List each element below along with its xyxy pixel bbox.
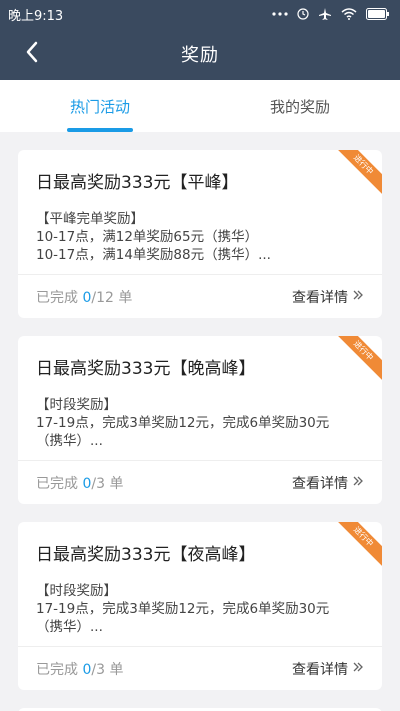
view-details-label: 查看详情 (292, 661, 348, 678)
tab-label: 我的奖励 (269, 97, 330, 116)
progress-suffix: /3 单 (91, 475, 124, 492)
card-body: 日最高奖励333元【夜高峰】 【时段奖励】 17-19点，完成3单奖励12元，完… (18, 522, 382, 646)
description-line: 【平峰完单奖励】 (36, 211, 144, 227)
card-footer: 已完成 0/3 单 查看详情 (18, 646, 382, 690)
description-line: 17-19点，完成3单奖励12元，完成6单奖励30元 (36, 415, 330, 431)
status-icons (272, 7, 390, 21)
card-title: 日最高奖励333元【夜高峰】 (36, 545, 256, 565)
activity-card[interactable]: 进行中 日最高奖励333元【夜高峰】 【时段奖励】 17-19点，完成3单奖励1… (18, 522, 382, 690)
page-title: 奖励 (181, 45, 219, 66)
tab-bar: 热门活动 我的奖励 (0, 80, 400, 132)
tab-my-rewards[interactable]: 我的奖励 (200, 80, 400, 132)
card-body: 日最高奖励333元【平峰】 【平峰完单奖励】 10-17点，满12单奖励65元（… (18, 150, 382, 274)
card-title: 日最高奖励333元【晚高峰】 (36, 359, 256, 379)
battery-icon (366, 8, 390, 20)
card-description: 【时段奖励】 17-19点，完成3单奖励12元，完成6单奖励30元 （携华）..… (36, 396, 364, 450)
tab-label: 热门活动 (69, 97, 130, 116)
card-body: 日最高奖励333元【晚高峰】 【时段奖励】 17-19点，完成3单奖励12元，完… (18, 336, 382, 460)
description-line: 【时段奖励】 (36, 583, 117, 599)
card-footer: 已完成 0/3 单 查看详情 (18, 460, 382, 504)
back-arrow-icon (25, 41, 39, 67)
dots-icon (272, 11, 288, 17)
double-chevron-right-icon (352, 661, 364, 677)
card-footer: 已完成 0/12 单 查看详情 (18, 274, 382, 318)
status-badge: 进行中 (338, 150, 382, 194)
double-chevron-right-icon (352, 289, 364, 305)
view-details-label: 查看详情 (292, 289, 348, 306)
description-line: （携华）... (36, 619, 103, 635)
view-details-label: 查看详情 (292, 475, 348, 492)
description-line: 17-19点，完成3单奖励12元，完成6单奖励30元 (36, 601, 330, 617)
airplane-icon (318, 7, 332, 21)
progress-suffix: /3 单 (91, 661, 124, 678)
activity-list[interactable]: 进行中 日最高奖励333元【平峰】 【平峰完单奖励】 10-17点，满12单奖励… (0, 132, 400, 711)
status-badge-wrap: 进行中 (338, 522, 382, 566)
progress-suffix: /12 单 (91, 289, 133, 306)
view-details-link[interactable]: 查看详情 (292, 659, 364, 679)
description-line: 10-17点，满14单奖励88元（携华）... (36, 247, 271, 263)
progress-text: 已完成 0/3 单 (36, 659, 123, 679)
card-description: 【时段奖励】 17-19点，完成3单奖励12元，完成6单奖励30元 （携华）..… (36, 582, 364, 636)
tab-hot-activities[interactable]: 热门活动 (0, 80, 200, 132)
description-line: （携华）... (36, 433, 103, 449)
wifi-icon (341, 8, 357, 20)
status-bar: 晚上9:13 (0, 0, 400, 28)
status-badge: 进行中 (338, 522, 382, 566)
progress-text: 已完成 0/3 单 (36, 473, 123, 493)
back-button[interactable] (18, 40, 46, 68)
status-time: 晚上9:13 (8, 8, 64, 24)
view-details-link[interactable]: 查看详情 (292, 473, 364, 493)
progress-text: 已完成 0/12 单 (36, 287, 132, 307)
nav-bar: 奖励 (0, 28, 400, 80)
card-title: 日最高奖励333元【平峰】 (36, 173, 239, 193)
description-line: 10-17点，满12单奖励65元（携华） (36, 229, 259, 245)
progress-prefix: 已完成 (36, 289, 78, 306)
double-chevron-right-icon (352, 475, 364, 491)
view-details-link[interactable]: 查看详情 (292, 287, 364, 307)
activity-card[interactable]: 进行中 日最高奖励333元【晚高峰】 【时段奖励】 17-19点，完成3单奖励1… (18, 336, 382, 504)
card-description: 【平峰完单奖励】 10-17点，满12单奖励65元（携华） 10-17点，满14… (36, 210, 364, 264)
status-badge-wrap: 进行中 (338, 150, 382, 194)
progress-prefix: 已完成 (36, 475, 78, 492)
progress-prefix: 已完成 (36, 661, 78, 678)
clock-icon (297, 8, 309, 20)
activity-card[interactable]: 进行中 日最高奖励333元【平峰】 【平峰完单奖励】 10-17点，满12单奖励… (18, 150, 382, 318)
status-badge-wrap: 进行中 (338, 336, 382, 380)
description-line: 【时段奖励】 (36, 397, 117, 413)
status-badge: 进行中 (338, 336, 382, 380)
